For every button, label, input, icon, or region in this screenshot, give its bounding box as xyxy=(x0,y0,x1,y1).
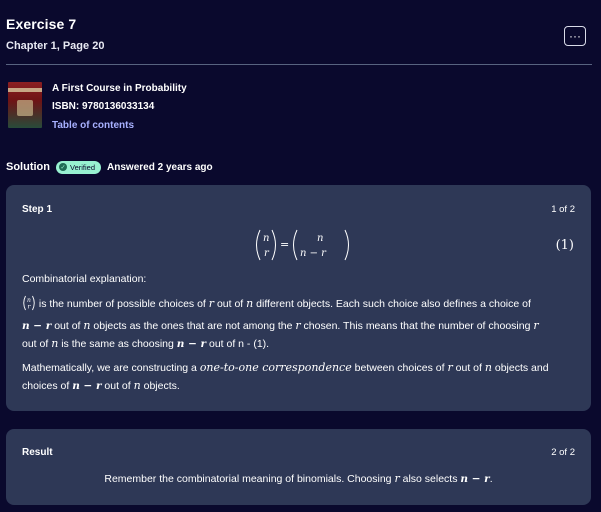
exercise-title: Exercise 7 xyxy=(6,16,77,32)
step-count: 1 of 2 xyxy=(551,204,575,215)
explanation-intro: Combinatorial explanation: xyxy=(22,273,147,285)
emphasis-text: one-to-one correspondence xyxy=(199,361,352,374)
checkmark-icon: ✓ xyxy=(59,163,67,171)
svg-text:n − r: n − r xyxy=(300,248,327,259)
svg-text:r: r xyxy=(28,304,32,311)
solution-row: Solution ✓ Verified Answered 2 years ago xyxy=(6,160,213,174)
book-cover-image[interactable] xyxy=(8,82,42,128)
step-title: Step 1 xyxy=(22,204,53,215)
header-divider xyxy=(6,64,592,65)
explanation-paragraph: nr is the number of possible choices of … xyxy=(22,295,539,350)
answered-date: Answered 2 years ago xyxy=(107,161,213,173)
exercise-subtitle: Chapter 1, Page 20 xyxy=(6,40,105,52)
svg-text:n: n xyxy=(317,233,323,244)
equation-number: (1) xyxy=(555,238,574,253)
book-isbn: ISBN: 9780136033134 xyxy=(52,101,155,112)
table-of-contents-link[interactable]: Table of contents xyxy=(52,120,134,131)
verified-badge: ✓ Verified xyxy=(56,160,102,174)
svg-text:n: n xyxy=(263,233,269,244)
result-card: Result 2 of 2 Remember the combinatorial… xyxy=(6,429,591,505)
step-card: Step 1 1 of 2 n r n n − r = (1) Combinat… xyxy=(6,185,591,411)
mathematical-explanation: Mathematically, we are constructing a on… xyxy=(22,361,549,392)
result-count: 2 of 2 xyxy=(551,447,575,458)
more-options-button[interactable]: ··· xyxy=(564,26,586,46)
inline-binomial: nr xyxy=(22,295,36,317)
result-title: Result xyxy=(22,447,53,458)
book-title: A First Course in Probability xyxy=(52,83,187,94)
svg-text:r: r xyxy=(264,248,270,259)
verified-label: Verified xyxy=(70,162,96,172)
result-text: Remember the combinatorial meaning of bi… xyxy=(104,472,493,485)
book-info: A First Course in Probability ISBN: 9780… xyxy=(6,80,306,131)
exercise-header: Exercise 7 Chapter 1, Page 20 xyxy=(6,16,591,52)
binomial-equation-graphic: n r n n − r = xyxy=(256,229,349,261)
svg-text:=: = xyxy=(280,238,289,251)
binomial-identity-equation: n r n n − r = (1) xyxy=(6,227,591,263)
solution-label: Solution xyxy=(6,161,50,173)
